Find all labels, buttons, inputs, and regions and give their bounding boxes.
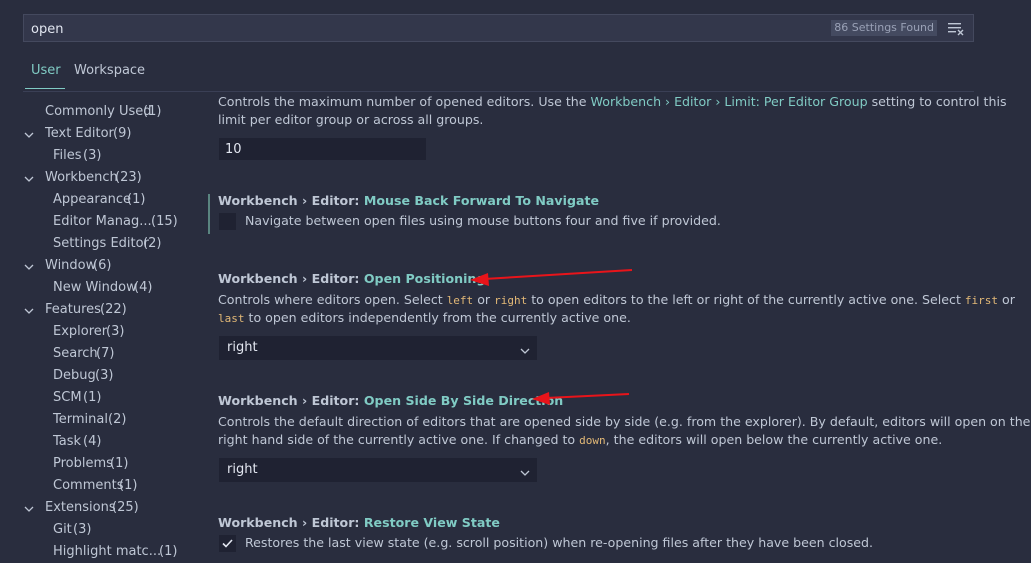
setting-description: right hand side of the currently active … (218, 432, 943, 447)
setting-description: Restores the last view state (e.g. scrol… (245, 535, 874, 550)
toc-item-count: (3) (106, 324, 125, 339)
toc-item-label: Window (45, 258, 97, 273)
setting-title: Workbench › Editor: Open Positioning (218, 271, 486, 286)
toc-item-label: Files (53, 148, 82, 163)
toc-item-label: Task (53, 434, 82, 449)
toc-item-count: (3) (95, 368, 114, 383)
toc-item-label: Text Editor (45, 126, 114, 141)
mouse-nav-checkbox[interactable] (219, 213, 236, 230)
toc-item-count: (25) (112, 500, 139, 515)
limit-value-input[interactable] (219, 138, 426, 160)
toc-item-count: (9) (113, 126, 132, 141)
toc-item-count: (4) (134, 280, 153, 295)
toc-item-count: (15) (151, 214, 178, 229)
toc-item-count: (3) (83, 148, 102, 163)
chevron-down-icon (23, 501, 35, 523)
toc-item-count: (2) (143, 236, 162, 251)
chevron-down-icon (519, 464, 531, 488)
setting-description: Controls where editors open. Select left… (218, 292, 1015, 307)
setting-description: Controls the maximum number of opened ed… (218, 94, 1007, 109)
toc-item-count: (23) (115, 170, 142, 185)
chevron-down-icon (23, 171, 35, 193)
toc-item-label: Extensions (45, 500, 116, 515)
toc-item-label: Settings Editor (53, 236, 149, 251)
toc-item-count: (7) (96, 346, 115, 361)
setting-description: last to open editors independently from … (218, 310, 631, 325)
restore-view-checkbox[interactable] (219, 535, 236, 552)
tab-user[interactable]: User (31, 63, 61, 78)
clear-filter-icon[interactable] (947, 20, 965, 36)
toc-item-label: Debug (53, 368, 96, 383)
toc-item-count: (1) (127, 192, 146, 207)
setting-link[interactable]: Workbench › Editor › Limit: Per Editor G… (591, 94, 868, 109)
chevron-down-icon (23, 303, 35, 325)
toc-item-label: Problems (53, 456, 113, 471)
setting-focus-indicator (208, 194, 210, 234)
toc-item-label: Comments (53, 478, 124, 493)
toc-item-count: (3) (73, 522, 92, 537)
check-icon (222, 539, 233, 548)
settings-list: Controls the maximum number of opened ed… (200, 92, 1031, 560)
toc-item-count: (1) (119, 478, 138, 493)
toc-item-label: Features (45, 302, 101, 317)
toc-item-label: SCM (53, 390, 82, 405)
active-tab-indicator (25, 88, 65, 89)
chevron-down-icon (519, 342, 531, 366)
toc-item-label: Workbench (45, 170, 118, 185)
setting-title: Workbench › Editor: Open Side By Side Di… (218, 393, 564, 408)
tab-workspace[interactable]: Workspace (74, 63, 145, 78)
settings-search-box[interactable]: 86 Settings Found (23, 14, 974, 43)
toc-item-count: (1) (83, 390, 102, 405)
settings-found-badge: 86 Settings Found (831, 20, 937, 36)
toc-item-label: Terminal (53, 412, 108, 427)
open-positioning-select[interactable]: right (219, 336, 537, 360)
setting-description: Navigate between open files using mouse … (245, 213, 721, 228)
chevron-down-icon (23, 259, 35, 281)
setting-title: Workbench › Editor: Restore View State (218, 515, 500, 530)
setting-description: limit per editor group or across all gro… (218, 112, 484, 127)
toc-item-label: Git (53, 522, 72, 537)
toc-item-count: (1) (110, 456, 129, 471)
toc-item-label: Editor Manag... (53, 214, 152, 229)
toc-item-label: Search (53, 346, 98, 361)
settings-search-input[interactable] (29, 15, 733, 43)
toc-item-count: (1) (143, 104, 162, 119)
side-by-side-direction-select[interactable]: right (219, 458, 537, 482)
toc-item-count: (6) (93, 258, 112, 273)
toc-item-label: Commonly Used (45, 104, 152, 119)
chevron-down-icon (23, 127, 35, 149)
toc-item-label: New Window (53, 280, 137, 295)
toc-item-label: Appearance (53, 192, 132, 207)
toc-item-count: (22) (100, 302, 127, 317)
toc-item-label: Explorer (53, 324, 108, 339)
setting-description: Controls the default direction of editor… (218, 414, 1031, 429)
toc-item-count: (2) (108, 412, 127, 427)
toc-item-count: (4) (83, 434, 102, 449)
setting-title: Workbench › Editor: Mouse Back Forward T… (218, 193, 600, 208)
